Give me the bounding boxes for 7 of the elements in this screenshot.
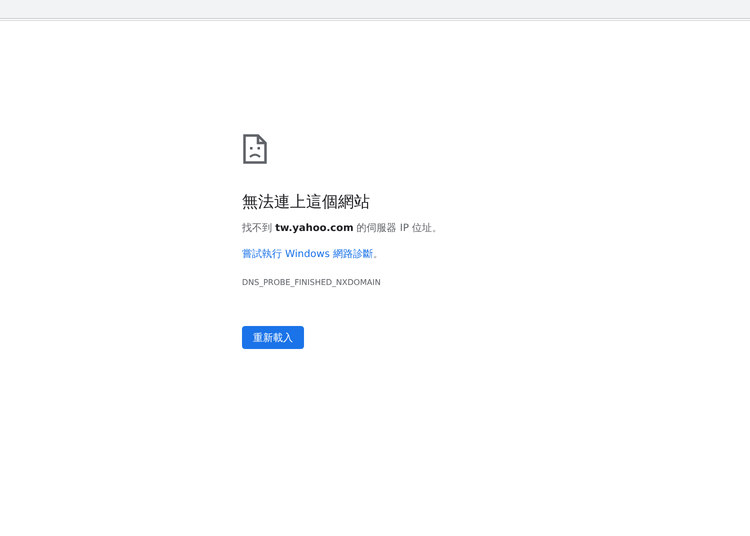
error-message: 找不到 tw.yahoo.com 的伺服器 IP 位址。	[242, 222, 442, 236]
error-title: 無法連上這個網站	[242, 192, 370, 212]
reload-button[interactable]: 重新載入	[242, 326, 304, 349]
sad-page-icon	[243, 134, 267, 164]
error-code: DNS_PROBE_FINISHED_NXDOMAIN	[242, 278, 381, 288]
diagnostics-link[interactable]: 嘗試執行 Windows 網路診斷	[242, 249, 373, 260]
sentence-period: 。	[373, 249, 383, 260]
